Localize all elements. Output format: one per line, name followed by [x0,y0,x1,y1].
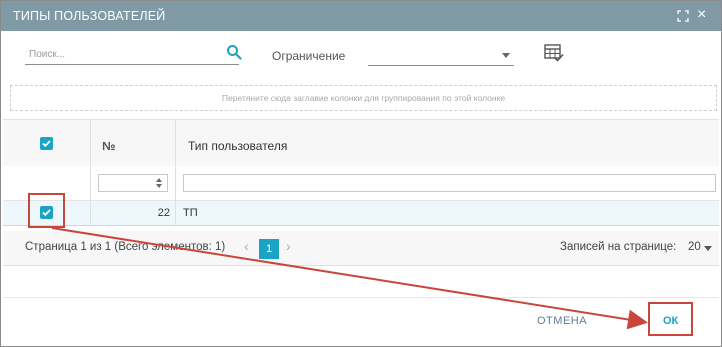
cell-number: 22 [157,207,170,219]
select-all-checkbox[interactable] [40,137,53,150]
expand-icon[interactable] [677,10,689,22]
chevron-down-icon[interactable] [704,246,712,251]
stepper-up-icon[interactable] [156,178,162,182]
user-type-filter-input[interactable] [183,174,716,192]
column-header-number[interactable]: № [102,139,115,153]
page-size-label: Записей на странице: [560,241,677,253]
page-size-value[interactable]: 20 [688,241,701,253]
search-icon[interactable] [226,44,242,60]
user-types-dialog: ТИПЫ ПОЛЬЗОВАТЕЛЕЙ × Ограничение Перетян… [0,0,722,347]
number-filter-stepper[interactable] [98,174,168,192]
stepper-down-icon[interactable] [156,184,162,188]
column-divider [90,119,91,225]
ok-highlight-box [648,302,693,336]
dialog-titlebar: ТИПЫ ПОЛЬЗОВАТЕЛЕЙ × [1,1,721,31]
next-page-icon[interactable]: › [286,238,291,254]
cancel-button[interactable]: ОТМЕНА [537,315,587,327]
check-icon [42,140,51,148]
grid-header: № Тип пользователя [3,119,719,167]
table-settings-icon[interactable] [544,44,564,62]
grid-filter-row [3,166,719,201]
page-button-current[interactable]: 1 [259,239,279,259]
restriction-label: Ограничение [272,49,346,63]
close-icon[interactable]: × [697,6,706,24]
dialog-title: ТИПЫ ПОЛЬЗОВАТЕЛЕЙ [13,9,166,23]
restriction-select[interactable] [368,45,514,66]
table-row[interactable]: 22 ТП [3,201,719,226]
pager-info: Страница 1 из 1 (Всего элементов: 1) [25,241,226,253]
grid-pager: Страница 1 из 1 (Всего элементов: 1) ‹ 1… [3,231,719,266]
cell-user-type: ТП [183,207,198,219]
footer-divider [3,297,719,298]
prev-page-icon[interactable]: ‹ [244,238,249,254]
search-input[interactable] [25,45,239,65]
chevron-down-icon [502,53,510,58]
group-drop-zone[interactable]: Перетяните сюда заглавие колонки для гру… [10,85,717,111]
user-types-grid: № Тип пользователя 22 ТП [3,119,719,227]
checkbox-highlight-box [28,193,65,228]
column-divider [175,119,176,225]
column-header-user-type[interactable]: Тип пользователя [188,139,287,153]
